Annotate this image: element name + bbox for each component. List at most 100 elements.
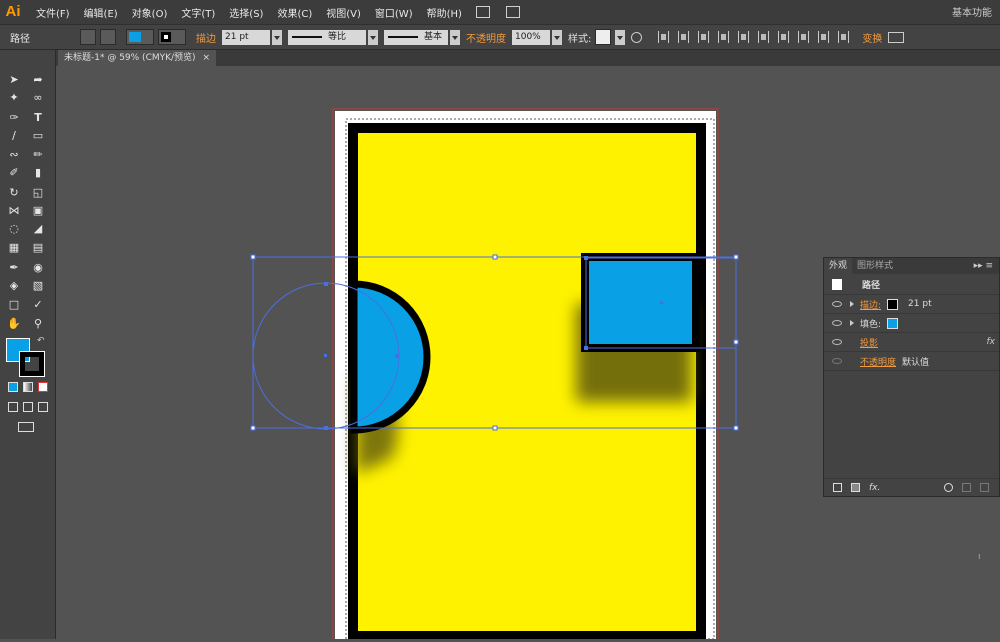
close-tab-icon[interactable]: ×: [202, 50, 210, 66]
line-tool-icon[interactable]: ∕: [6, 128, 22, 142]
tab-appearance[interactable]: 外观: [824, 258, 853, 274]
pen-tool-icon[interactable]: ✑: [6, 110, 22, 124]
opacity-link[interactable]: 不透明度: [860, 355, 896, 368]
stroke-color-control[interactable]: [158, 29, 186, 45]
draw-normal-icon[interactable]: [8, 402, 18, 412]
free-transform-tool-icon[interactable]: ▣: [30, 203, 46, 217]
stroke-weight-dropdown[interactable]: [272, 29, 282, 45]
menu-object[interactable]: 对象(O): [132, 5, 168, 20]
opacity-link[interactable]: 不透明度: [466, 30, 506, 45]
stroke-swatch-mini[interactable]: [887, 298, 899, 310]
menu-window[interactable]: 窗口(W): [375, 5, 413, 20]
visibility-eye-icon[interactable]: [832, 358, 842, 364]
align-left-icon[interactable]: [678, 31, 690, 43]
selection-tool-icon[interactable]: ➤: [6, 72, 22, 86]
drop-shadow-link[interactable]: 投影: [860, 336, 878, 349]
rotate-tool-icon[interactable]: ↻: [6, 185, 22, 199]
eraser-tool-icon[interactable]: ▮: [30, 165, 46, 179]
draw-inside-icon[interactable]: [38, 402, 48, 412]
distribute-right-icon[interactable]: [838, 31, 850, 43]
bridge-icon[interactable]: [475, 6, 490, 18]
recolor-artwork-icon[interactable]: [631, 31, 643, 43]
graphic-style-dropdown[interactable]: [615, 29, 626, 45]
menu-type[interactable]: 文字(T): [181, 5, 215, 20]
blend-tool-icon[interactable]: ◉: [30, 260, 46, 274]
fill-swatch-mini[interactable]: [887, 317, 899, 329]
magic-wand-tool-icon[interactable]: ✦: [6, 90, 22, 104]
menu-file[interactable]: 文件(F): [36, 5, 70, 20]
width-tool-icon[interactable]: ⋈: [6, 203, 22, 217]
fill-color-control[interactable]: [126, 29, 154, 45]
opacity-field[interactable]: 100%: [512, 29, 550, 45]
add-new-stroke-icon[interactable]: [833, 483, 842, 492]
none-mode-icon[interactable]: [38, 382, 48, 392]
isolate-icon[interactable]: [80, 29, 96, 45]
variable-width-profile[interactable]: 等比: [288, 29, 366, 45]
gradient-tool-icon[interactable]: ▤: [30, 240, 46, 254]
fx-icon[interactable]: fx: [987, 337, 996, 347]
brush-definition[interactable]: 基本: [384, 29, 448, 45]
opacity-row[interactable]: 不透明度 默认值: [824, 352, 999, 371]
eyedropper-tool-icon[interactable]: ✒: [6, 260, 22, 274]
visibility-eye-icon[interactable]: [832, 320, 842, 326]
workspace-switcher[interactable]: 基本功能: [952, 4, 992, 19]
menu-view[interactable]: 视图(V): [326, 5, 361, 20]
direct-selection-tool-icon[interactable]: ➦: [30, 72, 46, 86]
align-right-icon[interactable]: [718, 31, 730, 43]
stroke-row-label[interactable]: 描边:: [860, 298, 881, 311]
column-graph-tool-icon[interactable]: ▧: [30, 278, 46, 292]
panel-menu-icon[interactable]: [888, 31, 905, 43]
artboard-tool-icon[interactable]: □: [6, 297, 22, 311]
align-to-icon[interactable]: [658, 31, 670, 43]
fill-row[interactable]: 填色:: [824, 314, 999, 333]
paintbrush-tool-icon[interactable]: ∾: [6, 147, 22, 161]
blue-rectangle[interactable]: [581, 253, 700, 352]
visibility-eye-icon[interactable]: [832, 339, 842, 345]
stroke-weight-field[interactable]: 21 pt: [222, 29, 270, 45]
mesh-tool-icon[interactable]: ▦: [6, 240, 22, 254]
anchor-icon[interactable]: [100, 29, 116, 45]
screen-mode-icon[interactable]: [18, 422, 34, 432]
menu-help[interactable]: 帮助(H): [427, 5, 462, 20]
rectangle-tool-icon[interactable]: ▭: [30, 128, 46, 142]
distribute-left-icon[interactable]: [798, 31, 810, 43]
shape-builder-tool-icon[interactable]: ◌: [6, 221, 22, 235]
clear-appearance-icon[interactable]: [944, 483, 953, 492]
stroke-color-box[interactable]: [19, 351, 45, 377]
align-bottom-icon[interactable]: [778, 31, 790, 43]
add-new-fill-icon[interactable]: [851, 483, 860, 492]
graphic-style-swatch[interactable]: [595, 29, 612, 45]
symbol-sprayer-tool-icon[interactable]: ◈: [6, 278, 22, 292]
color-mode-icon[interactable]: [8, 382, 18, 392]
duplicate-item-icon[interactable]: [962, 483, 971, 492]
brush-dropdown[interactable]: [450, 29, 460, 45]
menu-effect[interactable]: 效果(C): [277, 5, 312, 20]
align-vcenter-icon[interactable]: [758, 31, 770, 43]
drop-shadow-row[interactable]: 投影 fx: [824, 333, 999, 352]
zoom-tool-icon[interactable]: ⚲: [30, 316, 46, 330]
profile-dropdown[interactable]: [368, 29, 378, 45]
slice-tool-icon[interactable]: ✓: [30, 297, 46, 311]
draw-behind-icon[interactable]: [23, 402, 33, 412]
swap-fill-stroke-icon[interactable]: ↶: [37, 336, 45, 346]
delete-item-icon[interactable]: [980, 483, 989, 492]
expand-triangle-icon[interactable]: [850, 301, 854, 307]
blob-brush-tool-icon[interactable]: ✐: [6, 165, 22, 179]
menu-edit[interactable]: 编辑(E): [84, 5, 118, 20]
tab-graphic-styles[interactable]: 图形样式: [852, 258, 898, 274]
transform-link[interactable]: 变换: [862, 30, 882, 45]
gradient-mode-icon[interactable]: [23, 382, 33, 392]
arrange-documents-icon[interactable]: [505, 6, 520, 18]
expand-triangle-icon[interactable]: [850, 320, 854, 326]
panel-menu-icon[interactable]: ▸▸ ≡: [974, 261, 993, 271]
perspective-grid-tool-icon[interactable]: ◢: [30, 221, 46, 235]
visibility-eye-icon[interactable]: [832, 301, 842, 307]
hand-tool-icon[interactable]: ✋: [6, 316, 22, 330]
type-tool-icon[interactable]: T: [30, 110, 46, 124]
stroke-row[interactable]: 描边: 21 pt: [824, 295, 999, 314]
align-hcenter-icon[interactable]: [698, 31, 710, 43]
add-new-effect-icon[interactable]: fx.: [869, 483, 880, 493]
menu-select[interactable]: 选择(S): [229, 5, 263, 20]
document-tab[interactable]: 未标题-1* @ 59% (CMYK/预览) ×: [58, 50, 216, 66]
pencil-tool-icon[interactable]: ✏: [30, 147, 46, 161]
